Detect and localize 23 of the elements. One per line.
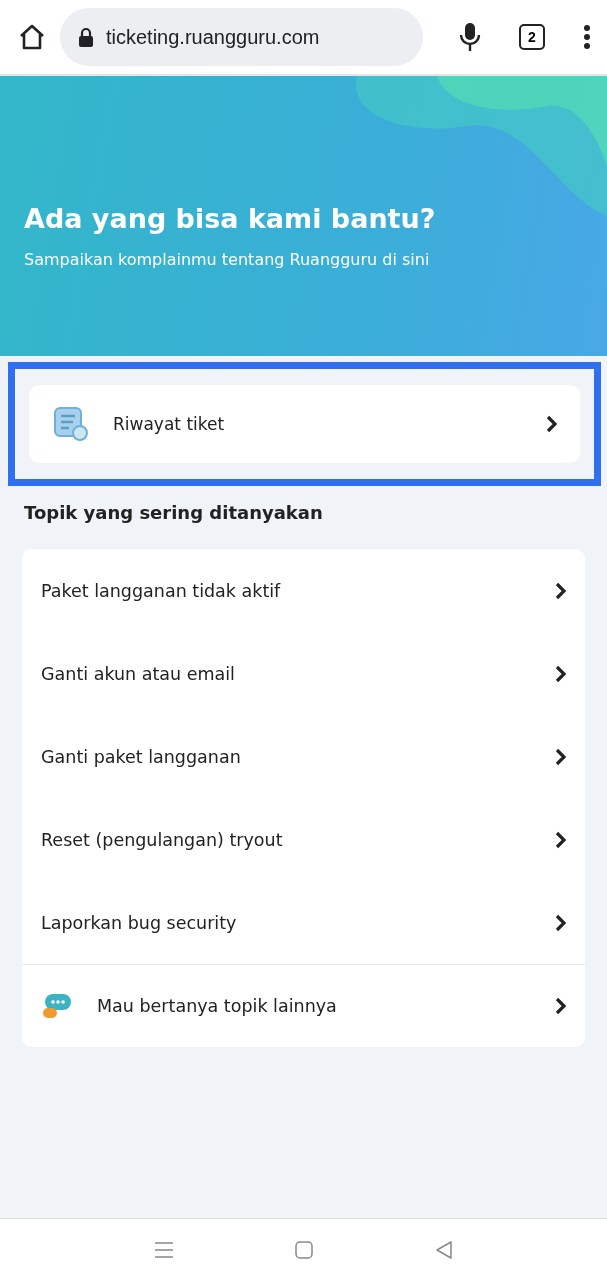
- home-square-icon[interactable]: [293, 1239, 314, 1260]
- url-text: ticketing.ruangguru.com: [106, 25, 320, 49]
- hero-subtitle: Sampaikan komplainmu tentang Ruangguru di sini: [24, 250, 431, 269]
- ticket-history-button[interactable]: Riwayat tiket: [29, 385, 580, 463]
- section-heading: Topik yang sering ditanyakan: [24, 502, 324, 523]
- other-topic-item[interactable]: Mau bertanya topik lainnya: [22, 964, 585, 1047]
- chevron-right-icon: [555, 913, 567, 932]
- home-icon[interactable]: [18, 24, 46, 50]
- tab-switcher-button[interactable]: 2: [519, 24, 545, 50]
- chevron-right-icon: [555, 581, 567, 600]
- microphone-icon[interactable]: [459, 22, 481, 52]
- lock-icon: [78, 27, 94, 47]
- chevron-right-icon: [546, 415, 558, 433]
- chevron-right-icon: [555, 997, 567, 1015]
- back-icon[interactable]: [433, 1239, 454, 1260]
- hero-title: Ada yang bisa kami bantu?: [24, 203, 437, 234]
- address-bar[interactable]: ticketing.ruangguru.com: [60, 8, 423, 66]
- more-menu-icon[interactable]: [583, 25, 591, 49]
- chevron-right-icon: [555, 830, 567, 849]
- ticket-list-icon: [53, 406, 89, 442]
- chevron-right-icon: [555, 664, 567, 683]
- chevron-right-icon: [555, 747, 567, 766]
- chat-bubbles-icon: [41, 992, 73, 1020]
